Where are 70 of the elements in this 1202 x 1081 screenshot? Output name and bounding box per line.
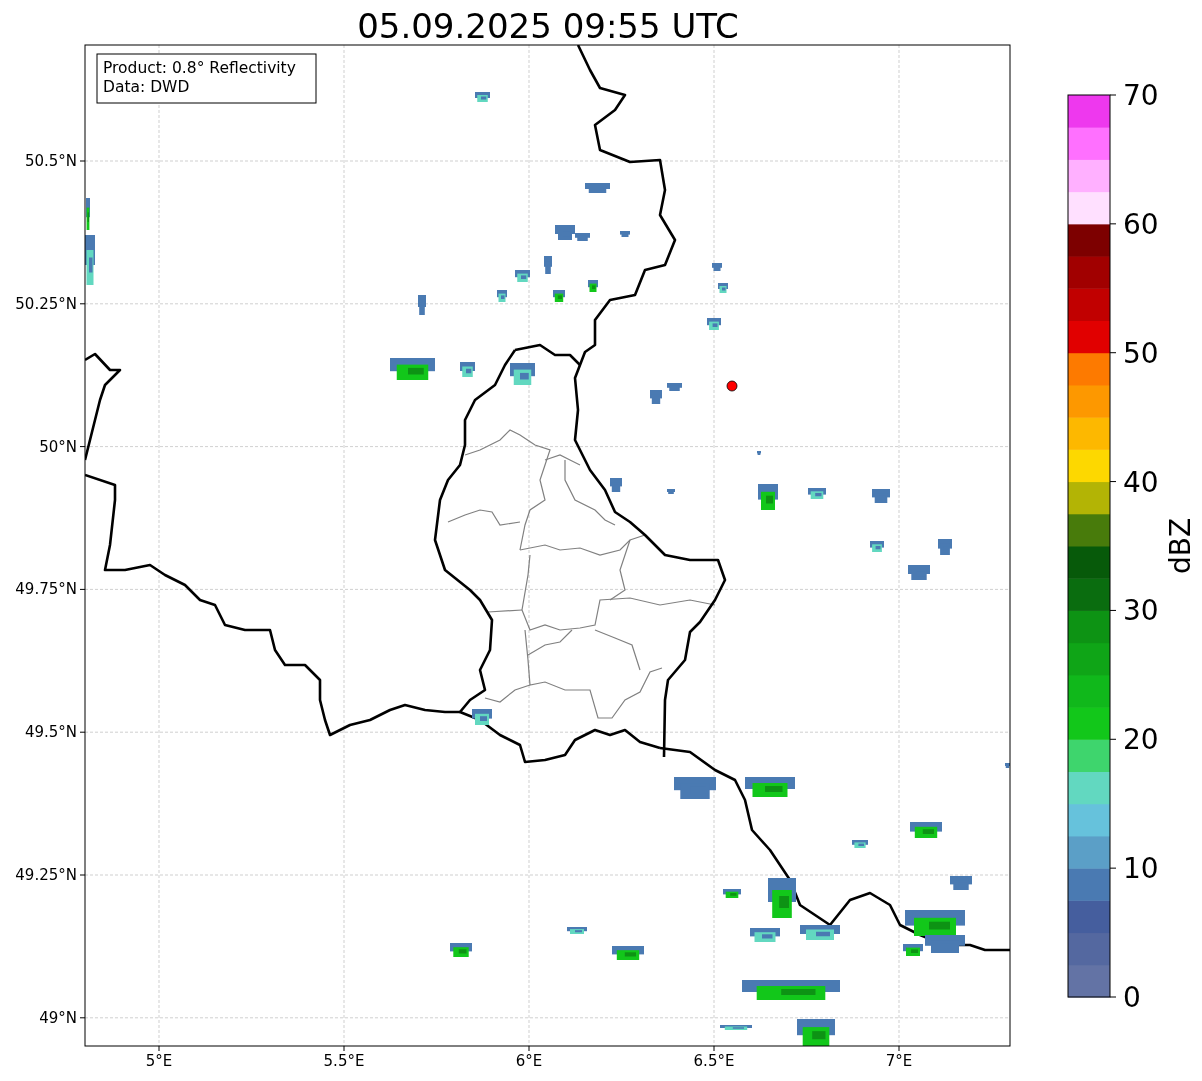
radar-echo [745, 777, 795, 797]
info-text: Product: 0.8° Reflectivity [103, 59, 296, 77]
radar-echo [720, 1025, 752, 1030]
radar-echo [718, 283, 728, 293]
latitude-label: 49.75°N [15, 580, 77, 599]
radar-echo [497, 290, 507, 302]
radar-echo [585, 183, 610, 193]
radar-echo [910, 822, 942, 838]
radar-echo [674, 777, 716, 799]
colorbar-tick-label: 20 [1123, 723, 1159, 757]
radar-echo [870, 541, 884, 552]
colorbar-tick-label: 60 [1123, 207, 1159, 241]
longitude-label: 5.5°E [323, 1052, 365, 1070]
radar-echo [620, 231, 630, 237]
radar-echo [1005, 763, 1010, 768]
radar-echo [86, 198, 90, 230]
radar-echo [758, 484, 778, 510]
radar-echo [797, 1019, 835, 1046]
radar-echo [567, 927, 587, 934]
radar-echo [872, 489, 890, 503]
radar-echo [544, 256, 552, 274]
radar-echo [553, 290, 565, 302]
radar-echo [390, 358, 435, 380]
radar-echo [610, 478, 622, 492]
radar-echo [612, 946, 644, 960]
radar-echo [588, 280, 598, 292]
latitude-label: 49.5°N [24, 723, 77, 742]
colorbar-tick-label: 40 [1123, 465, 1159, 499]
radar-echo [472, 709, 492, 725]
radar-echo [667, 383, 682, 391]
longitude-label: 6.5°E [693, 1052, 735, 1070]
latitude-label: 49°N [39, 1008, 77, 1027]
latitude-label: 49.25°N [15, 866, 77, 884]
radar-echo [750, 928, 780, 942]
colorbar-tick-label: 30 [1123, 594, 1159, 628]
radar-echo [418, 295, 426, 315]
colorbar-tick-label: 70 [1123, 79, 1159, 112]
radar-echo [950, 876, 972, 890]
radar-echo [460, 362, 475, 377]
radar-echo [450, 943, 472, 957]
colorbar-tick-label: 50 [1123, 336, 1159, 370]
radar-echo [510, 363, 535, 385]
radar-echo [757, 451, 761, 455]
radar-echo [800, 925, 840, 940]
latitude-label: 50.5°N [24, 152, 77, 170]
latitude-label: 50.25°N [15, 294, 77, 313]
radar-echo [475, 92, 490, 102]
radar-echo [723, 889, 741, 898]
radar-echo [908, 565, 930, 580]
chart-title: 05.09.2025 09:55 UTC [357, 6, 739, 46]
radar-echo [667, 489, 675, 494]
radar-echo [515, 270, 530, 282]
radar-echo [768, 878, 796, 918]
latitude-label: 50°N [39, 437, 77, 456]
radar-echo [903, 944, 923, 956]
longitude-label: 7°E [885, 1052, 913, 1070]
colorbar-tick-label: 10 [1123, 852, 1159, 886]
info-text: Data: DWD [103, 78, 190, 96]
radar-echo [938, 539, 952, 555]
radar-echo [85, 235, 95, 285]
radar-echo [712, 263, 722, 271]
radar-echo [707, 318, 721, 330]
longitude-label: 5°E [145, 1052, 173, 1070]
radar-site-marker [726, 380, 738, 392]
radar-echo [808, 488, 826, 499]
radar-echo [852, 840, 868, 848]
radar-echo [650, 390, 662, 404]
colorbar-label: dBZ [1164, 517, 1197, 575]
colorbar-tick-label: 0 [1123, 981, 1141, 1014]
longitude-label: 6°E [515, 1052, 543, 1070]
